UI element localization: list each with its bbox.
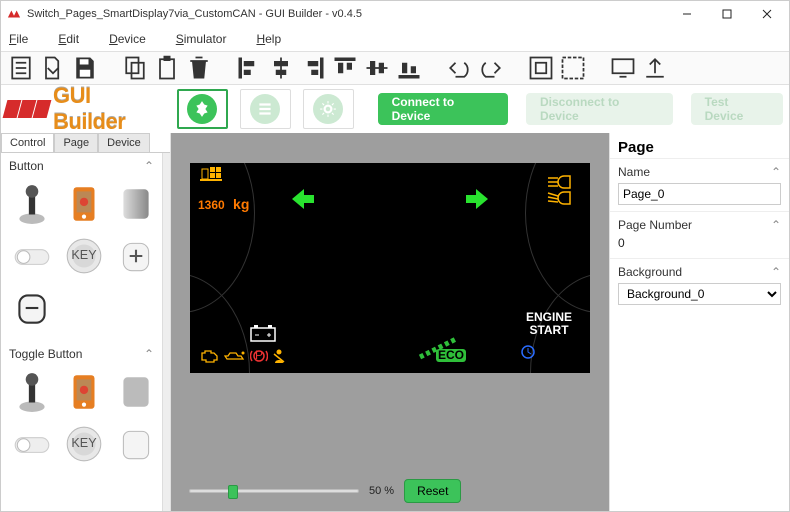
tab-control[interactable]: Control: [1, 133, 54, 152]
align-bottom-icon[interactable]: [395, 54, 423, 82]
align-center-h-icon[interactable]: [267, 54, 295, 82]
zoom-slider[interactable]: [189, 489, 359, 493]
menu-simulator[interactable]: Simulator: [172, 30, 231, 48]
widget-plus-button[interactable]: [113, 233, 159, 279]
engine-start-label: ENGINESTART: [526, 311, 572, 337]
widget-joystick[interactable]: [9, 181, 55, 227]
tab-device[interactable]: Device: [98, 133, 150, 152]
menu-help[interactable]: Help: [252, 30, 285, 48]
engine-warn-icon: [200, 349, 220, 366]
window-title: Switch_Pages_SmartDisplay7via_CustomCAN …: [27, 8, 667, 20]
test-device-button: Test Device: [691, 93, 783, 125]
align-left-icon[interactable]: [235, 54, 263, 82]
weight-readout: 1360 kg: [198, 185, 249, 215]
prop-bg-select[interactable]: Background_0: [618, 283, 781, 305]
connect-button[interactable]: Connect to Device: [378, 93, 508, 125]
new-icon[interactable]: [7, 54, 35, 82]
prop-name-label: Name: [618, 165, 650, 179]
prop-name-input[interactable]: [618, 183, 781, 205]
widget-square-button[interactable]: [113, 421, 159, 467]
clock-icon: [520, 344, 536, 363]
svg-text:P: P: [255, 348, 263, 362]
upload-icon[interactable]: [641, 54, 669, 82]
oil-warn-icon: [224, 350, 246, 365]
disconnect-button: Disconnect to Device: [526, 93, 673, 125]
widget-phone-button-2[interactable]: [61, 369, 107, 415]
props-title: Page: [610, 133, 789, 158]
widget-key-button-2[interactable]: KEY: [61, 421, 107, 467]
battery-icon: [250, 324, 276, 345]
turn-left-icon: [290, 187, 318, 214]
widget-key-button[interactable]: KEY: [61, 233, 107, 279]
widget-minus-button[interactable]: [9, 285, 55, 331]
chevron-up-icon[interactable]: ⌃: [771, 165, 781, 179]
section-button-header[interactable]: Button⌃: [1, 153, 162, 177]
maximize-button[interactable]: [707, 1, 747, 27]
turn-right-icon: [462, 187, 490, 214]
headlamp-icons: [546, 175, 576, 205]
delete-icon[interactable]: [185, 54, 213, 82]
svg-text:KEY: KEY: [71, 436, 97, 450]
save-icon[interactable]: [71, 54, 99, 82]
prop-bg-label: Background: [618, 265, 682, 279]
prop-number-value: 0: [610, 234, 789, 258]
reset-zoom-button[interactable]: Reset: [404, 479, 461, 503]
widget-gray-button[interactable]: [113, 181, 159, 227]
tab-page[interactable]: Page: [54, 133, 98, 152]
chevron-up-icon[interactable]: ⌃: [771, 265, 781, 279]
screen-icon[interactable]: [609, 54, 637, 82]
widget-joystick-2[interactable]: [9, 369, 55, 415]
widget-phone-button[interactable]: [61, 181, 107, 227]
svg-text:KEY: KEY: [71, 248, 97, 262]
device-preview[interactable]: 1360 kg ENGINESTART ECO P: [190, 163, 590, 373]
align-top-icon[interactable]: [331, 54, 359, 82]
app-icon: [7, 7, 21, 21]
brand-logo: GUI Builder: [5, 83, 165, 135]
palette-scrollbar[interactable]: [162, 153, 170, 511]
seatbelt-icon: [272, 348, 286, 367]
zoom-fit-icon[interactable]: [527, 54, 555, 82]
undo-icon[interactable]: [445, 54, 473, 82]
eco-indicator: ECO: [416, 335, 470, 366]
parking-brake-icon: P: [250, 348, 268, 367]
select-area-icon[interactable]: [559, 54, 587, 82]
menu-device[interactable]: Device: [105, 30, 150, 48]
canvas-area[interactable]: 1360 kg ENGINESTART ECO P: [171, 133, 609, 511]
menu-edit[interactable]: Edit: [54, 30, 83, 48]
align-right-icon[interactable]: [299, 54, 327, 82]
mode-settings-button[interactable]: [303, 89, 354, 129]
load-icon: [200, 167, 222, 186]
widget-pill-switch[interactable]: [9, 233, 55, 279]
menu-file[interactable]: File: [5, 30, 32, 48]
prop-number-label: Page Number: [618, 218, 692, 232]
mode-design-button[interactable]: [177, 89, 228, 129]
section-toggle-header[interactable]: Toggle Button⌃: [1, 341, 162, 365]
chevron-up-icon[interactable]: ⌃: [771, 218, 781, 232]
align-center-v-icon[interactable]: [363, 54, 391, 82]
widget-pill-switch-2[interactable]: [9, 421, 55, 467]
redo-icon[interactable]: [477, 54, 505, 82]
minimize-button[interactable]: [667, 1, 707, 27]
open-icon[interactable]: [39, 54, 67, 82]
svg-text:ECO: ECO: [438, 348, 464, 362]
close-button[interactable]: [747, 1, 787, 27]
mode-list-button[interactable]: [240, 89, 291, 129]
copy-icon[interactable]: [121, 54, 149, 82]
zoom-percent: 50 %: [369, 485, 394, 497]
paste-icon[interactable]: [153, 54, 181, 82]
widget-gray-button-2[interactable]: [113, 369, 159, 415]
